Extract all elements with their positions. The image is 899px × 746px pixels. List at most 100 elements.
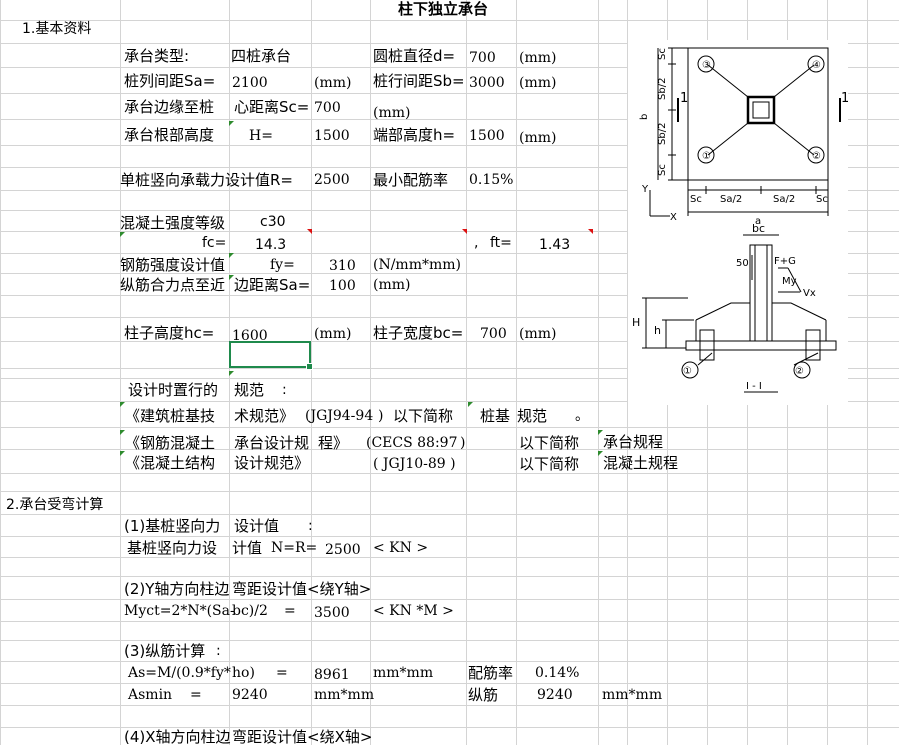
comment-marker[interactable] — [120, 232, 125, 237]
comment-marker[interactable] — [229, 121, 234, 126]
value-N[interactable]: 2500 — [325, 541, 361, 559]
comment-marker-red[interactable] — [462, 229, 467, 234]
abbrev-cap-code: 承台规程 — [603, 433, 664, 451]
value-concrete-grade[interactable]: c30 — [260, 213, 286, 231]
unit: (mm) — [373, 277, 411, 293]
axis-x: X — [670, 212, 677, 223]
value-hc[interactable]: 1600 — [232, 327, 268, 345]
value-min-ratio[interactable]: 0.15% — [469, 171, 513, 189]
grid-h-line — [0, 640, 899, 641]
grid-v-line — [466, 0, 467, 745]
column-plan — [746, 95, 776, 125]
comment-marker[interactable] — [120, 430, 125, 435]
section-label: Ⅰ - Ⅰ — [746, 381, 762, 392]
value-as[interactable]: 8961 — [314, 666, 350, 684]
pile-mark-1: ① — [683, 366, 692, 377]
formula-myct-cont: bc)/2 — [232, 603, 268, 619]
label-asmin: Asmin — [128, 687, 173, 703]
dim-H: H — [632, 316, 640, 329]
spreadsheet: 柱下独立承台 1.基本资料 承台类型: 四桩承台 圆桩直径d= 700 (mm)… — [0, 0, 899, 746]
value-bc[interactable]: 700 — [480, 325, 507, 343]
grid-h-line — [0, 661, 899, 662]
cap-top-left — [695, 302, 750, 321]
unit-knm: < KN *M > — [373, 603, 454, 619]
code-cap-3: 程》 — [318, 434, 349, 452]
comment-marker[interactable] — [229, 371, 234, 376]
value-cap-type[interactable]: 四桩承台 — [231, 47, 291, 65]
value-fy[interactable]: 310 — [329, 257, 356, 275]
label-fy: fy= — [270, 257, 295, 273]
value-h[interactable]: 1500 — [469, 127, 505, 145]
dim-sc-left: Sc — [690, 194, 702, 205]
value-H[interactable]: 1500 — [314, 127, 350, 145]
unit-kn: < KN > — [373, 540, 429, 556]
comment-marker[interactable] — [598, 451, 603, 456]
value-pile-diameter[interactable]: 700 — [469, 49, 496, 67]
dim-sc-right: Sc — [816, 194, 828, 205]
value-fc[interactable]: 14.3 — [255, 236, 286, 254]
grid-h-line — [0, 20, 899, 21]
label-codes: 规范 — [234, 381, 265, 399]
value-asmin[interactable]: 9240 — [232, 686, 268, 704]
section-bending-calculation: 2.承台受弯计算 — [6, 497, 104, 513]
value-sc[interactable]: 700 — [314, 99, 341, 117]
value-sa-cover[interactable]: 100 — [329, 277, 356, 295]
code-cap-2: 承台设计规 — [234, 434, 310, 452]
grid-v-line — [120, 0, 121, 745]
value-sa[interactable]: 2100 — [232, 74, 268, 92]
dim-h: h — [654, 324, 661, 337]
unit: (mm) — [314, 75, 352, 91]
section-mark-right: 1 — [841, 91, 848, 106]
value-sb[interactable]: 3000 — [469, 74, 505, 92]
pile-label-1: ① — [702, 151, 711, 162]
label-fc: fc= — [202, 235, 227, 251]
code-pile-foundation-number: (JGJ94-94 — [305, 408, 374, 424]
pile-label-3: ③ — [702, 60, 711, 71]
grid-h-line — [0, 683, 899, 684]
label-column-width: 柱子宽度bc= — [373, 324, 464, 342]
code-cap-1: 《钢筋混凝土 — [125, 434, 216, 452]
comment-marker-red[interactable] — [588, 229, 593, 234]
equals: = — [276, 665, 288, 681]
colon: : — [282, 382, 287, 398]
label-rebar-centroid-distance-cont: 边距离Sa= — [234, 276, 311, 294]
paren: ) — [460, 435, 466, 451]
label-pile-row-spacing: 桩行间距Sb= — [373, 72, 465, 90]
dim-bc: bc — [752, 222, 765, 235]
formula-as: As=M/(0.9*fy* — [128, 665, 231, 681]
comment-marker[interactable] — [120, 402, 125, 407]
formula-myct: Myct=2*N*(Sa- — [124, 603, 235, 619]
value-R[interactable]: 2500 — [314, 171, 350, 189]
grid-h-line — [0, 536, 899, 537]
comment-marker-red[interactable] — [307, 229, 312, 234]
label-pile-diameter: 圆桩直径d= — [373, 47, 456, 65]
label-column-height: 柱子高度hc= — [124, 324, 215, 342]
value-myct[interactable]: 3500 — [314, 604, 350, 622]
diag-line — [773, 122, 815, 156]
value-ratio[interactable]: 0.14% — [535, 664, 579, 682]
code-concrete-number: ( JGJ10-89 ) — [373, 456, 456, 472]
unit: (mm) — [519, 75, 557, 91]
label-y-moment: (2)Y轴方向柱边 — [124, 580, 230, 598]
comment-marker[interactable] — [229, 275, 234, 280]
label-edge-distance: 承台边缘至桩 — [124, 98, 215, 116]
value-longitudinal[interactable]: 9240 — [537, 686, 573, 704]
comment-marker[interactable] — [598, 430, 603, 435]
grid-h-line — [0, 427, 899, 428]
grid-h-line — [0, 491, 899, 492]
label-end-height: 端部高度h= — [373, 126, 456, 144]
section-mark-left: 1 — [680, 91, 688, 106]
comment-marker[interactable] — [120, 451, 125, 456]
comment-marker[interactable] — [229, 253, 234, 258]
pile-cap-diagram-svg: ③ ④ ① ② Sc Sb/2 Sb/2 Sc b 1 1 Sc Sa/2 Sa… — [632, 47, 849, 393]
label-single-pile-capacity: 单桩竖向承载力设计值R= — [120, 171, 293, 189]
equals: = — [190, 687, 202, 703]
grid-h-line — [0, 514, 899, 515]
selected-cell[interactable] — [229, 341, 313, 370]
value-ft[interactable]: 1.43 — [539, 236, 570, 254]
diag-line — [707, 64, 749, 98]
cap-base — [685, 340, 837, 351]
comment-marker[interactable] — [468, 402, 473, 407]
pile-mark-2: ② — [795, 366, 804, 377]
label-ft: ft= — [490, 235, 512, 251]
